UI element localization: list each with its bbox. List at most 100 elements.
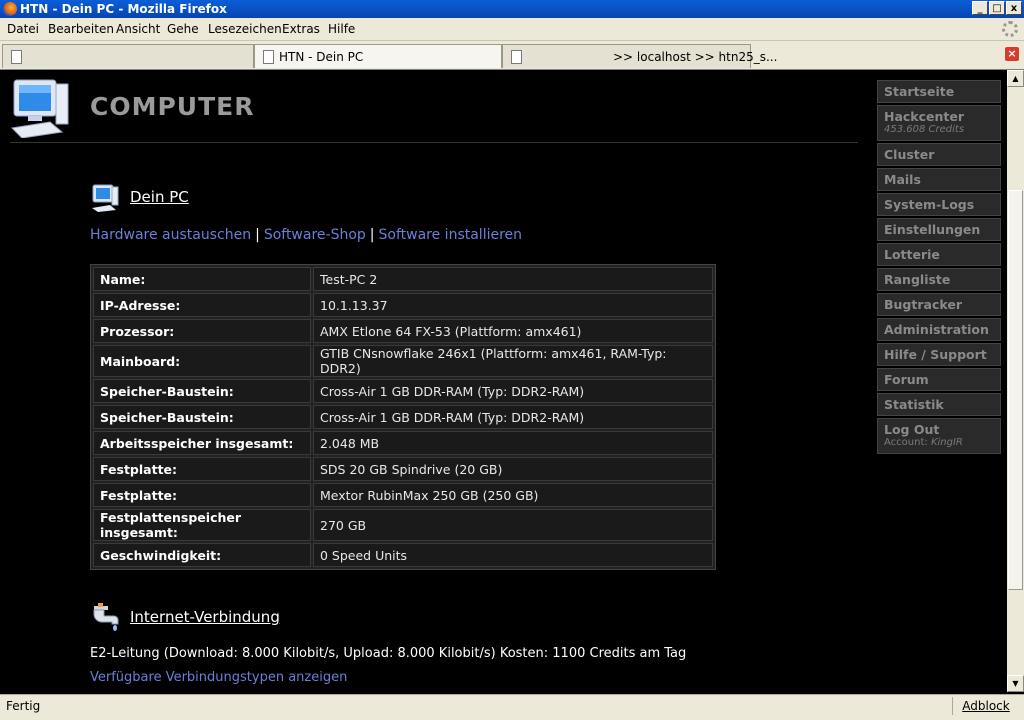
window-title-bar: HTN - Dein PC - Mozilla Firefox _ □ x [0,0,1024,18]
tab-label: HTN - Dein PC [279,50,364,64]
menu-bearbeiten[interactable]: Bearbeiten [48,22,114,36]
nav-administration[interactable]: Administration [877,318,1001,341]
nav-label: Cluster [884,147,935,162]
firefox-icon [3,2,17,16]
spec-value: Cross-Air 1 GB DDR-RAM (Typ: DDR2-RAM) [313,379,713,403]
credits-display: 453.608 Credits [884,124,965,135]
side-navigation: Startseite Hackcenter 453.608 Credits Clu… [877,80,1001,456]
spec-value: GTIB CNsnowflake 246x1 (Plattform: amx46… [313,345,713,377]
water-tap-icon [93,603,119,631]
nav-label: Rangliste [884,272,951,287]
internet-verbindung-heading[interactable]: Internet-Verbindung [130,608,280,626]
software-installieren-link[interactable]: Software installieren [379,227,523,243]
software-shop-link[interactable]: Software-Shop [264,227,366,243]
dein-pc-heading[interactable]: Dein PC [130,188,189,206]
spec-value: Test-PC 2 [313,267,713,291]
close-tab-icon[interactable]: × [1005,47,1019,61]
page-content: COMPUTER Dein PC Hardware austauschen | So… [0,70,1007,692]
connection-types-link[interactable]: Verfügbare Verbindungstypen anzeigen [90,670,347,685]
nav-label: System-Logs [884,197,975,212]
tab-localhost[interactable]: >> localhost >> htn25_s... [502,44,777,68]
spec-key: IP-Adresse: [93,293,311,317]
spec-value: 10.1.13.37 [313,293,713,317]
nav-startseite[interactable]: Startseite [877,80,1001,103]
pc-links: Hardware austauschen | Software-Shop | Softw… [90,227,522,243]
nav-cluster[interactable]: Cluster [877,143,1001,166]
menu-ansicht[interactable]: Ansicht [116,22,160,36]
spec-key: Speicher-Baustein: [93,405,311,429]
account-label: Account: [884,437,931,448]
nav-label: Forum [884,372,929,387]
menu-gehe[interactable]: Gehe [167,22,199,36]
nav-bugtracker[interactable]: Bugtracker [877,293,1001,316]
spec-value: SDS 20 GB Spindrive (20 GB) [313,457,713,481]
scroll-down-arrow-icon[interactable]: ▼ [1007,675,1024,692]
nav-hilfe-support[interactable]: Hilfe / Support [877,343,1001,366]
spec-key: Mainboard: [93,345,311,377]
nav-label: Administration [884,322,989,337]
spec-key: Prozessor: [93,319,311,343]
nav-label: Hilfe / Support [884,347,987,362]
nav-label: Einstellungen [884,222,981,237]
table-row: Speicher-Baustein: Cross-Air 1 GB DDR-RAM… [93,379,713,403]
table-row: Speicher-Baustein: Cross-Air 1 GB DDR-RAM… [93,405,713,429]
spec-value: Mextor RubinMax 250 GB (250 GB) [313,483,713,507]
nav-rangliste[interactable]: Rangliste [877,268,1001,291]
nav-label: Log Out [884,422,940,437]
menu-datei[interactable]: Datei [7,22,39,36]
maximize-button[interactable]: □ [989,1,1005,15]
nav-mails[interactable]: Mails [877,168,1001,191]
nav-forum[interactable]: Forum [877,368,1001,391]
computer-icon [10,79,69,138]
page-title: COMPUTER [90,92,255,121]
nav-system-logs[interactable]: System-Logs [877,193,1001,216]
page-icon [263,50,274,64]
spec-key: Arbeitsspeicher insgesamt: [93,431,311,455]
tab-label: >> localhost >> htn25_s... [613,50,778,64]
table-row: Festplatte: SDS 20 GB Spindrive (20 GB) [93,457,713,481]
table-row: Festplatte: Mextor RubinMax 250 GB (250 G… [93,483,713,507]
spec-value: AMX Etlone 64 FX-53 (Plattform: amx461) [313,319,713,343]
page-icon [511,50,522,64]
menu-hilfe[interactable]: Hilfe [328,22,355,36]
scroll-up-arrow-icon[interactable]: ▲ [1007,70,1024,87]
tab-bar: HTN - Dein PC >> localhost >> htn25_s... [0,41,1024,70]
connection-info: E2-Leitung (Download: 8.000 Kilobit/s, U… [90,646,687,661]
menu-bar: Datei Bearbeiten Ansicht Gehe Lesezeiche… [0,18,1024,41]
tab-blank[interactable] [2,44,254,68]
spec-key: Festplatte: [93,483,311,507]
scroll-thumb[interactable] [1008,190,1023,590]
nav-label: Statistik [884,397,944,412]
minimize-button[interactable]: _ [972,1,988,15]
spec-key: Festplattenspeicher insgesamt: [93,509,311,541]
spec-value: 0 Speed Units [313,543,713,567]
nav-log-out[interactable]: Log Out Account: KingIR [877,418,1001,454]
table-row: IP-Adresse: 10.1.13.37 [93,293,713,317]
tab-dein-pc[interactable]: HTN - Dein PC [254,44,502,68]
window-title: HTN - Dein PC - Mozilla Firefox [20,2,227,16]
adblock-button[interactable]: Adblock [952,697,1019,715]
spec-value: Cross-Air 1 GB DDR-RAM (Typ: DDR2-RAM) [313,405,713,429]
table-row: Arbeitsspeicher insgesamt: 2.048 MB [93,431,713,455]
nav-einstellungen[interactable]: Einstellungen [877,218,1001,241]
close-button[interactable]: x [1006,1,1022,15]
table-row: Mainboard: GTIB CNsnowflake 246x1 (Plattf… [93,345,713,377]
nav-label: Mails [884,172,921,187]
menu-extras[interactable]: Extras [282,22,320,36]
spec-key: Speicher-Baustein: [93,379,311,403]
nav-hackcenter[interactable]: Hackcenter 453.608 Credits [877,105,1001,141]
nav-statistik[interactable]: Statistik [877,393,1001,416]
vertical-scrollbar[interactable]: ▲ ▼ [1007,70,1024,692]
spec-value: 2.048 MB [313,431,713,455]
account-name: KingIR [930,437,963,448]
table-row: Geschwindigkeit: 0 Speed Units [93,543,713,567]
spec-key: Name: [93,267,311,291]
spec-key: Geschwindigkeit: [93,543,311,567]
nav-lotterie[interactable]: Lotterie [877,243,1001,266]
throbber-icon [1002,21,1018,37]
link-separator: | [369,227,375,243]
nav-label: Startseite [884,84,955,99]
status-text: Fertig [6,699,41,713]
hardware-austauschen-link[interactable]: Hardware austauschen [90,227,251,243]
menu-lesezeichen[interactable]: Lesezeichen [208,22,282,36]
